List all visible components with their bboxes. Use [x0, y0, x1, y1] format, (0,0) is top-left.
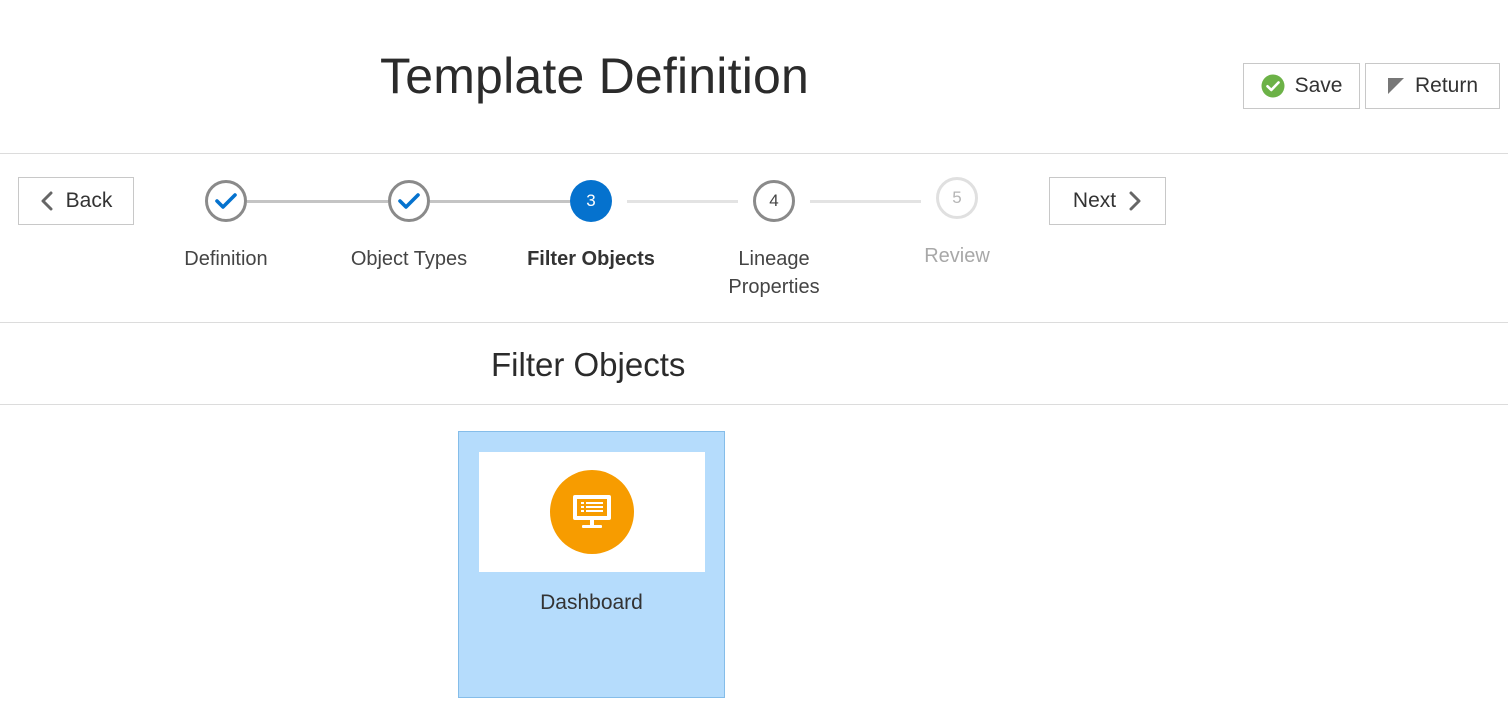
step-number: 5 [952, 188, 962, 207]
step-number: 3 [586, 191, 596, 210]
step-number: 4 [769, 191, 779, 210]
checkmark-icon [215, 192, 237, 210]
train-connector-3 [627, 200, 738, 203]
dashboard-monitor-icon [550, 470, 634, 554]
section-title: Filter Objects [491, 346, 686, 383]
train-step-review: 5 [936, 177, 978, 219]
chevron-right-icon [1128, 191, 1142, 211]
next-button[interactable]: Next [1049, 177, 1166, 225]
page: Template Definition Save Return Back Nex… [0, 0, 1508, 711]
check-circle-icon [1261, 74, 1285, 98]
train-connector-1 [247, 200, 388, 203]
chevron-left-icon [40, 191, 54, 211]
train-divider [0, 322, 1508, 323]
object-card-dashboard[interactable]: Dashboard [458, 431, 725, 698]
train-step-label-lineage-properties: Lineage Properties [728, 248, 820, 298]
train-step-label-filter-objects: Filter Objects [527, 248, 655, 270]
train-connector-2 [430, 200, 570, 203]
section-divider [0, 404, 1508, 405]
card-label: Dashboard [540, 591, 643, 614]
page-title: Template Definition [380, 48, 810, 104]
header-divider [0, 153, 1508, 154]
save-button[interactable]: Save [1243, 63, 1360, 109]
train-connector-4 [810, 200, 921, 203]
train-step-label-definition: Definition [184, 248, 268, 270]
checkmark-icon [398, 192, 420, 210]
return-button[interactable]: Return [1365, 63, 1500, 109]
return-corner-icon [1387, 77, 1405, 95]
return-button-label: Return [1414, 74, 1479, 97]
train-step-object-types[interactable] [388, 180, 430, 222]
train-step-lineage-properties[interactable]: 4 [753, 180, 795, 222]
save-button-label: Save [1294, 74, 1343, 97]
train-step-label-review: Review [924, 245, 990, 267]
train-step-label-object-types: Object Types [350, 248, 468, 270]
back-button-label: Back [65, 189, 113, 212]
train-step-filter-objects[interactable]: 3 [570, 180, 612, 222]
train-step-definition[interactable] [205, 180, 247, 222]
back-button[interactable]: Back [18, 177, 134, 225]
next-button-label: Next [1072, 189, 1117, 212]
card-image [479, 452, 705, 572]
